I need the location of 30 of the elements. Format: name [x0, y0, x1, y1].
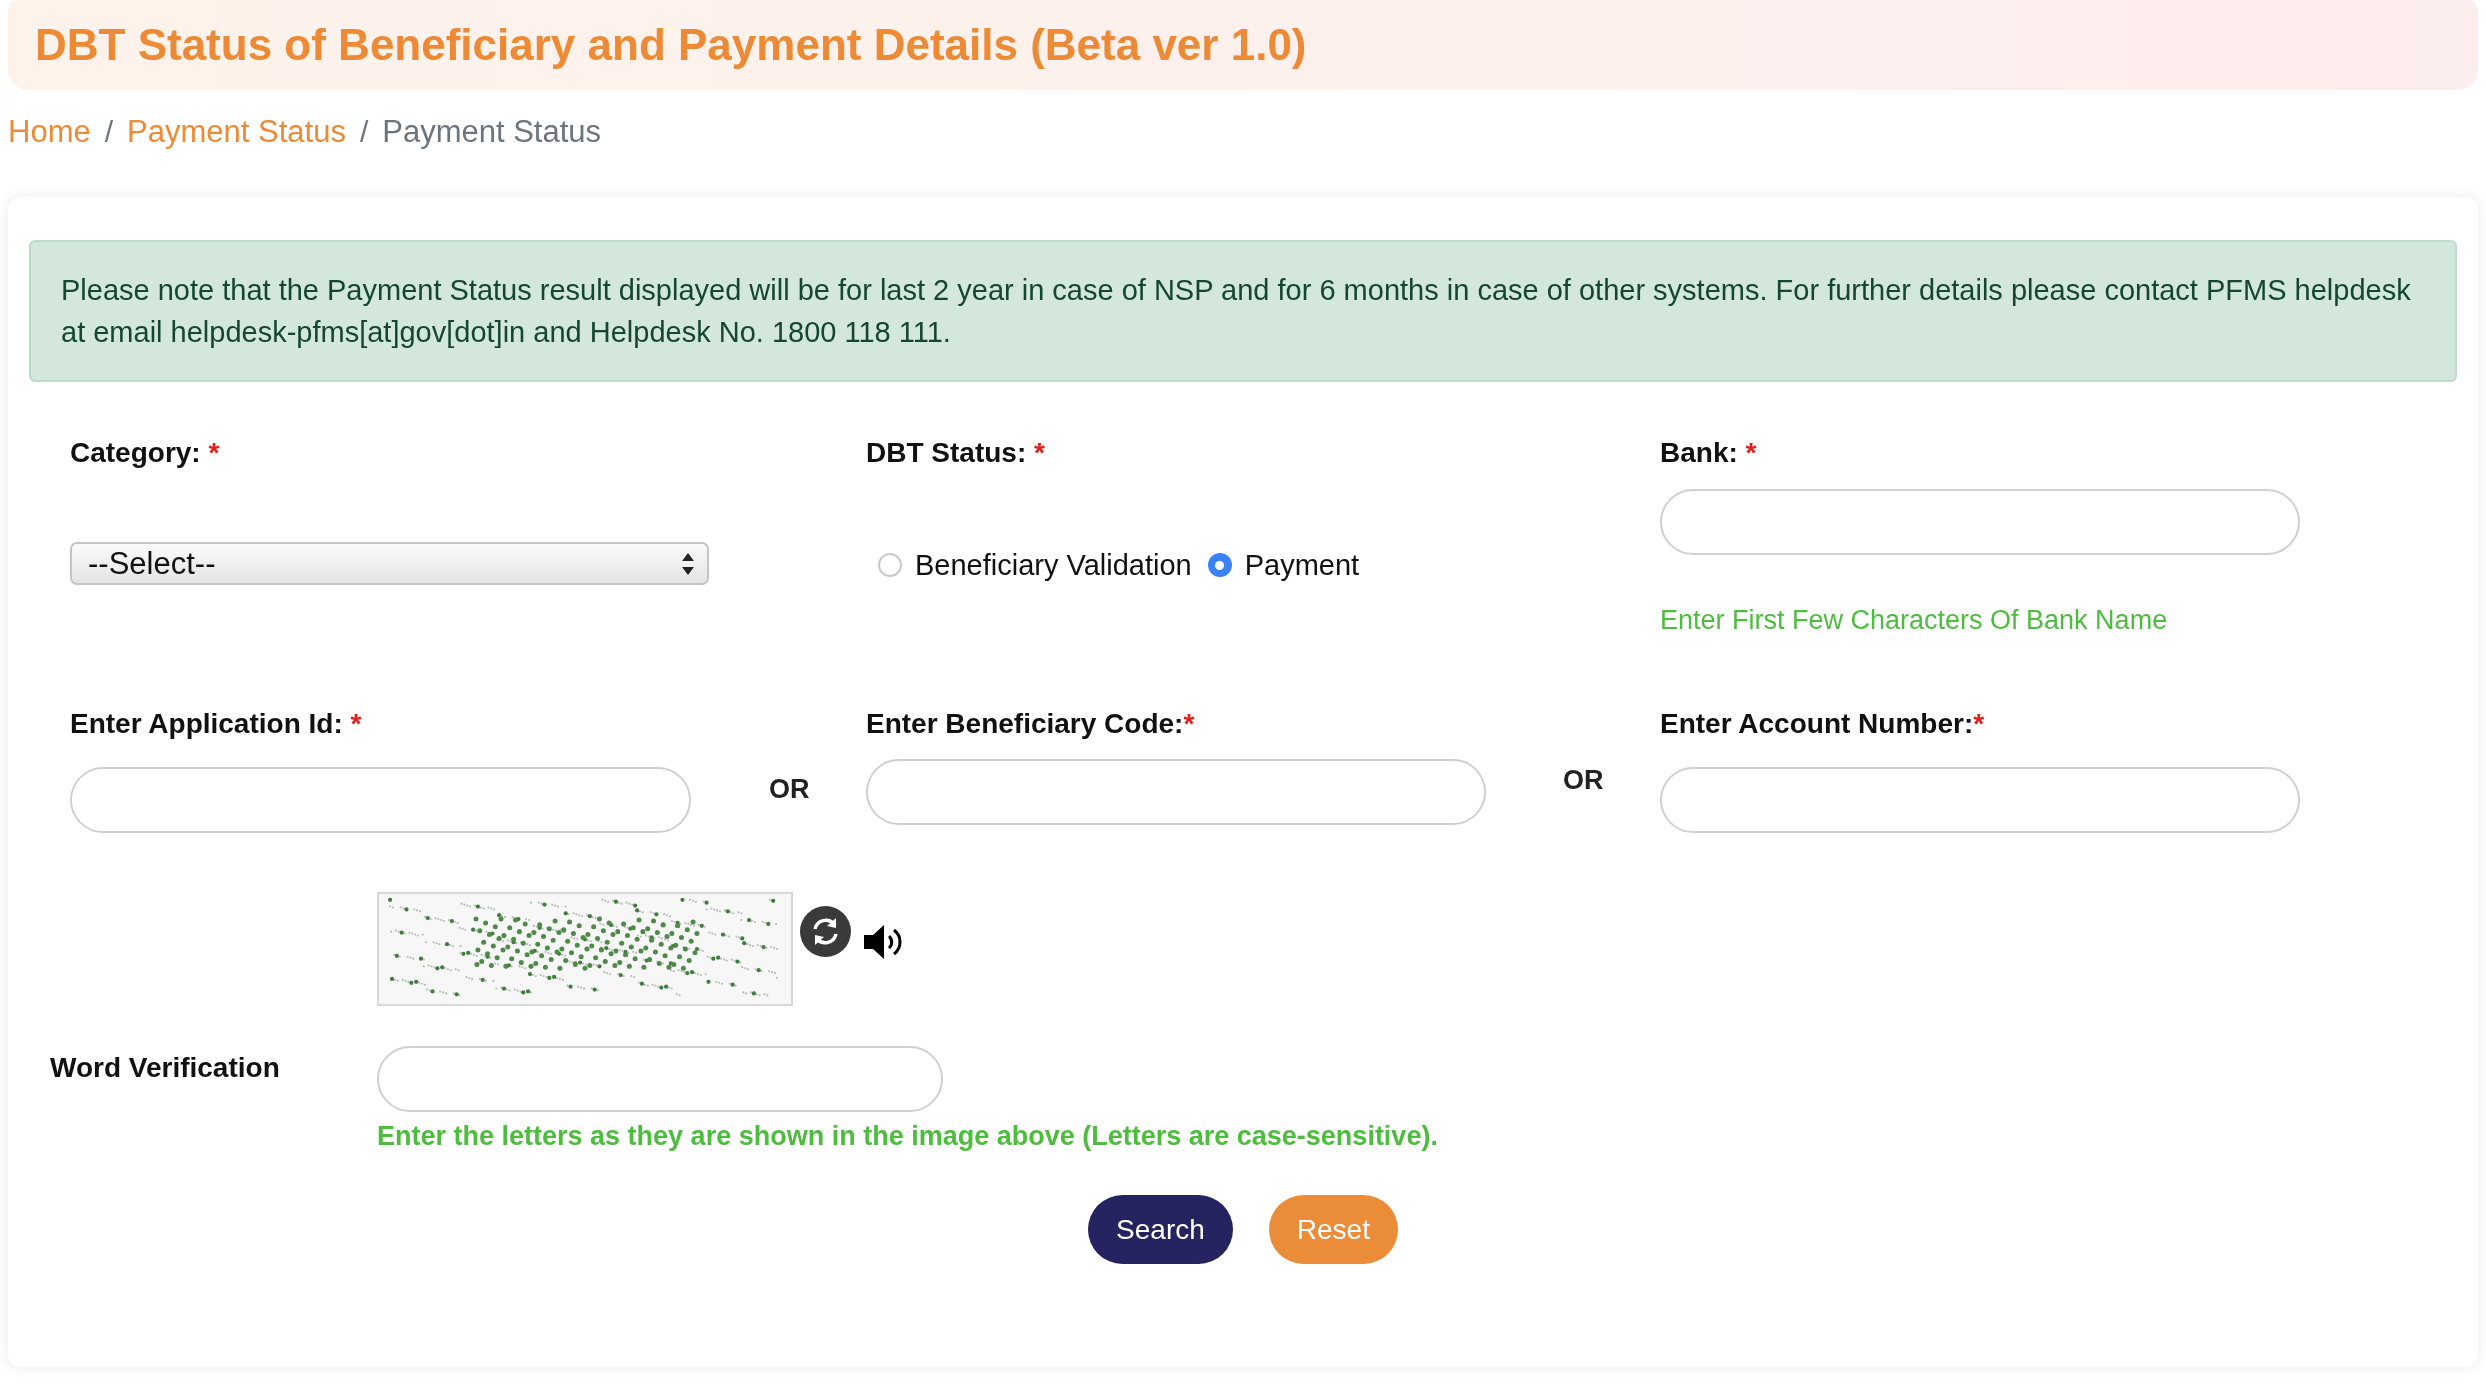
required-asterisk: * [207, 437, 220, 469]
radio-button[interactable] [878, 553, 902, 577]
page-title: DBT Status of Beneficiary and Payment Details (Beta ver 1.0) [35, 19, 1307, 71]
field-label: Bank: [1660, 437, 1738, 469]
radio-label[interactable]: Beneficiary Validation [915, 549, 1192, 581]
bank-hint: Enter First Few Characters Of Bank Name [1660, 605, 2168, 635]
chevron-up-down-icon [681, 551, 695, 576]
required-asterisk: * [1183, 708, 1195, 740]
breadcrumb-separator: / [359, 114, 369, 150]
breadcrumb-separator: / [104, 114, 114, 150]
required-asterisk: * [1033, 437, 1045, 469]
refresh-icon[interactable] [800, 906, 851, 957]
field-label: Category: [70, 437, 201, 469]
field-label: Enter Application Id: [70, 708, 343, 740]
field-label: Enter Account Number: [1660, 708, 1974, 740]
field-label: Word Verification [50, 1052, 280, 1083]
or-separator: OR [769, 773, 810, 804]
or-separator: OR [1563, 764, 1604, 795]
verification-hint: Enter the letters as they are shown in the image above (Letters are case-sensitive). [377, 1121, 1438, 1151]
radio-label[interactable]: Payment [1244, 549, 1360, 581]
required-asterisk: * [1973, 708, 1985, 740]
breadcrumb-current: Payment Status [382, 113, 602, 151]
notice-text: Please note that the Payment Status result displayed will be for last 2 year in case of NSP and for 6 months in case of other systems. For further details please contact PFMS helpdesk at email helpdesk-pfms[at]gov[dot]in and Helpdesk No. 1800 118 111. [61, 273, 2412, 350]
required-asterisk: * [1744, 437, 1757, 469]
search-button[interactable]: Search [1088, 1195, 1233, 1264]
field-label: Enter Beneficiary Code: [866, 708, 1184, 740]
required-asterisk: * [349, 708, 362, 740]
radio-button[interactable] [1207, 553, 1232, 577]
field-label: DBT Status: [866, 437, 1027, 469]
category-select[interactable]: --Select-- [70, 542, 709, 585]
